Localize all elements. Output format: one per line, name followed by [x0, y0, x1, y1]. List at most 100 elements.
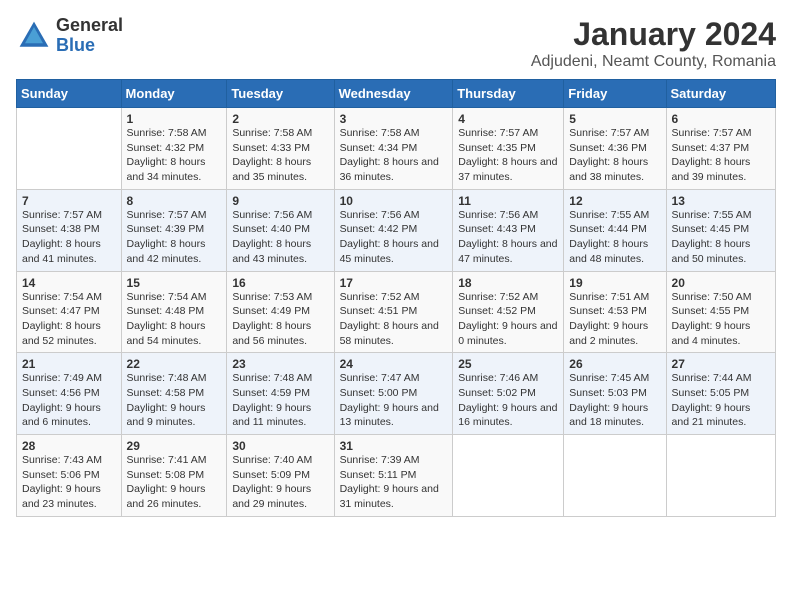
- day-number: 24: [340, 357, 448, 371]
- day-sunrise: Sunrise: 7:52 AM: [340, 290, 448, 305]
- day-number: 16: [232, 276, 328, 290]
- calendar-cell: 16 Sunrise: 7:53 AM Sunset: 4:49 PM Dayl…: [227, 271, 334, 353]
- day-number: 9: [232, 194, 328, 208]
- calendar-cell: [564, 435, 666, 517]
- day-sunrise: Sunrise: 7:40 AM: [232, 453, 328, 468]
- calendar-cell: 30 Sunrise: 7:40 AM Sunset: 5:09 PM Dayl…: [227, 435, 334, 517]
- day-number: 25: [458, 357, 558, 371]
- day-daylight: Daylight: 9 hours and 9 minutes.: [127, 401, 222, 430]
- day-daylight: Daylight: 8 hours and 35 minutes.: [232, 155, 328, 184]
- calendar-cell: 15 Sunrise: 7:54 AM Sunset: 4:48 PM Dayl…: [121, 271, 227, 353]
- day-sunset: Sunset: 4:55 PM: [672, 304, 770, 319]
- day-sunrise: Sunrise: 7:57 AM: [127, 208, 222, 223]
- day-daylight: Daylight: 9 hours and 23 minutes.: [22, 482, 116, 511]
- day-sunrise: Sunrise: 7:57 AM: [569, 126, 660, 141]
- logo-general-text: General: [56, 16, 123, 36]
- day-daylight: Daylight: 9 hours and 2 minutes.: [569, 319, 660, 348]
- day-daylight: Daylight: 8 hours and 54 minutes.: [127, 319, 222, 348]
- day-sunrise: Sunrise: 7:51 AM: [569, 290, 660, 305]
- day-number: 2: [232, 112, 328, 126]
- calendar-cell: 19 Sunrise: 7:51 AM Sunset: 4:53 PM Dayl…: [564, 271, 666, 353]
- calendar-cell: 18 Sunrise: 7:52 AM Sunset: 4:52 PM Dayl…: [453, 271, 564, 353]
- day-sunrise: Sunrise: 7:43 AM: [22, 453, 116, 468]
- day-daylight: Daylight: 8 hours and 50 minutes.: [672, 237, 770, 266]
- calendar-cell: 6 Sunrise: 7:57 AM Sunset: 4:37 PM Dayli…: [666, 108, 775, 190]
- calendar-cell: 7 Sunrise: 7:57 AM Sunset: 4:38 PM Dayli…: [17, 189, 122, 271]
- day-number: 1: [127, 112, 222, 126]
- day-sunset: Sunset: 4:52 PM: [458, 304, 558, 319]
- day-sunset: Sunset: 4:45 PM: [672, 222, 770, 237]
- calendar-cell: [453, 435, 564, 517]
- day-sunset: Sunset: 4:37 PM: [672, 141, 770, 156]
- day-sunrise: Sunrise: 7:56 AM: [232, 208, 328, 223]
- calendar-cell: 12 Sunrise: 7:55 AM Sunset: 4:44 PM Dayl…: [564, 189, 666, 271]
- calendar-cell: 29 Sunrise: 7:41 AM Sunset: 5:08 PM Dayl…: [121, 435, 227, 517]
- day-sunrise: Sunrise: 7:41 AM: [127, 453, 222, 468]
- calendar-cell: 28 Sunrise: 7:43 AM Sunset: 5:06 PM Dayl…: [17, 435, 122, 517]
- day-sunrise: Sunrise: 7:55 AM: [569, 208, 660, 223]
- day-daylight: Daylight: 8 hours and 37 minutes.: [458, 155, 558, 184]
- calendar-cell: 8 Sunrise: 7:57 AM Sunset: 4:39 PM Dayli…: [121, 189, 227, 271]
- day-daylight: Daylight: 9 hours and 26 minutes.: [127, 482, 222, 511]
- calendar-table: Sunday Monday Tuesday Wednesday Thursday…: [16, 79, 776, 517]
- day-number: 14: [22, 276, 116, 290]
- calendar-cell: 10 Sunrise: 7:56 AM Sunset: 4:42 PM Dayl…: [334, 189, 453, 271]
- day-sunrise: Sunrise: 7:48 AM: [127, 371, 222, 386]
- day-sunset: Sunset: 4:36 PM: [569, 141, 660, 156]
- day-sunset: Sunset: 4:43 PM: [458, 222, 558, 237]
- calendar-cell: [666, 435, 775, 517]
- calendar-week-row: 28 Sunrise: 7:43 AM Sunset: 5:06 PM Dayl…: [17, 435, 776, 517]
- calendar-cell: 26 Sunrise: 7:45 AM Sunset: 5:03 PM Dayl…: [564, 353, 666, 435]
- day-number: 8: [127, 194, 222, 208]
- day-sunset: Sunset: 4:40 PM: [232, 222, 328, 237]
- day-number: 15: [127, 276, 222, 290]
- day-sunrise: Sunrise: 7:58 AM: [232, 126, 328, 141]
- day-number: 20: [672, 276, 770, 290]
- day-sunrise: Sunrise: 7:45 AM: [569, 371, 660, 386]
- day-sunrise: Sunrise: 7:48 AM: [232, 371, 328, 386]
- day-number: 5: [569, 112, 660, 126]
- day-number: 22: [127, 357, 222, 371]
- title-section: January 2024 Adjudeni, Neamt County, Rom…: [531, 16, 776, 71]
- calendar-header: Sunday Monday Tuesday Wednesday Thursday…: [17, 80, 776, 108]
- day-daylight: Daylight: 9 hours and 31 minutes.: [340, 482, 448, 511]
- calendar-cell: 1 Sunrise: 7:58 AM Sunset: 4:32 PM Dayli…: [121, 108, 227, 190]
- day-daylight: Daylight: 8 hours and 58 minutes.: [340, 319, 448, 348]
- calendar-cell: 3 Sunrise: 7:58 AM Sunset: 4:34 PM Dayli…: [334, 108, 453, 190]
- day-sunset: Sunset: 4:47 PM: [22, 304, 116, 319]
- day-number: 12: [569, 194, 660, 208]
- day-sunrise: Sunrise: 7:54 AM: [127, 290, 222, 305]
- day-sunset: Sunset: 5:09 PM: [232, 468, 328, 483]
- day-sunset: Sunset: 5:08 PM: [127, 468, 222, 483]
- day-daylight: Daylight: 8 hours and 56 minutes.: [232, 319, 328, 348]
- weekday-wednesday: Wednesday: [334, 80, 453, 108]
- day-sunset: Sunset: 4:38 PM: [22, 222, 116, 237]
- calendar-cell: 11 Sunrise: 7:56 AM Sunset: 4:43 PM Dayl…: [453, 189, 564, 271]
- day-sunrise: Sunrise: 7:47 AM: [340, 371, 448, 386]
- day-sunset: Sunset: 4:44 PM: [569, 222, 660, 237]
- day-number: 27: [672, 357, 770, 371]
- day-daylight: Daylight: 8 hours and 39 minutes.: [672, 155, 770, 184]
- calendar-cell: 24 Sunrise: 7:47 AM Sunset: 5:00 PM Dayl…: [334, 353, 453, 435]
- calendar-cell: 22 Sunrise: 7:48 AM Sunset: 4:58 PM Dayl…: [121, 353, 227, 435]
- day-sunset: Sunset: 5:11 PM: [340, 468, 448, 483]
- day-daylight: Daylight: 8 hours and 47 minutes.: [458, 237, 558, 266]
- day-daylight: Daylight: 8 hours and 43 minutes.: [232, 237, 328, 266]
- weekday-header-row: Sunday Monday Tuesday Wednesday Thursday…: [17, 80, 776, 108]
- day-daylight: Daylight: 8 hours and 48 minutes.: [569, 237, 660, 266]
- day-number: 17: [340, 276, 448, 290]
- day-sunrise: Sunrise: 7:57 AM: [458, 126, 558, 141]
- calendar-cell: [17, 108, 122, 190]
- day-daylight: Daylight: 8 hours and 41 minutes.: [22, 237, 116, 266]
- day-daylight: Daylight: 8 hours and 42 minutes.: [127, 237, 222, 266]
- weekday-friday: Friday: [564, 80, 666, 108]
- day-sunrise: Sunrise: 7:56 AM: [458, 208, 558, 223]
- day-number: 19: [569, 276, 660, 290]
- day-daylight: Daylight: 8 hours and 52 minutes.: [22, 319, 116, 348]
- calendar-week-row: 1 Sunrise: 7:58 AM Sunset: 4:32 PM Dayli…: [17, 108, 776, 190]
- calendar-cell: 23 Sunrise: 7:48 AM Sunset: 4:59 PM Dayl…: [227, 353, 334, 435]
- day-sunset: Sunset: 5:02 PM: [458, 386, 558, 401]
- day-number: 7: [22, 194, 116, 208]
- weekday-sunday: Sunday: [17, 80, 122, 108]
- day-sunset: Sunset: 4:51 PM: [340, 304, 448, 319]
